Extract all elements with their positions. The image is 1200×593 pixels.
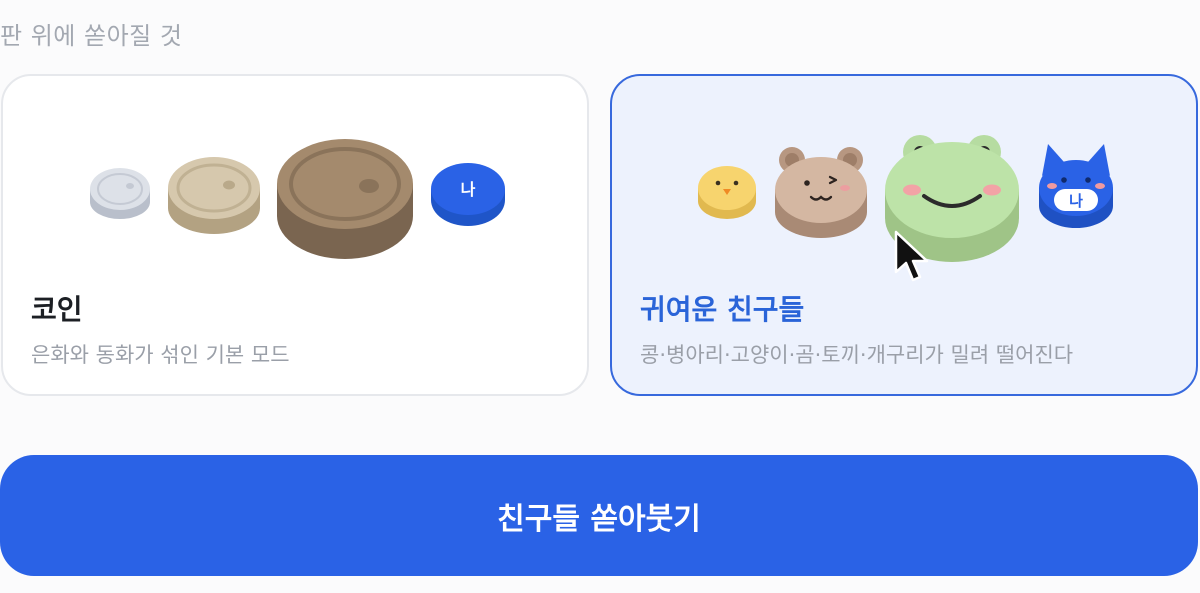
silver-coin-icon xyxy=(90,168,150,219)
page: 판 위에 쏟아질 것 나 코인 은화와 동화가 섞인 기본 모드 나 귀여운 친… xyxy=(0,0,1200,593)
me-chip-label: 나 xyxy=(461,180,476,199)
large-bronze-coin-icon xyxy=(277,139,413,259)
pour-friends-button[interactable]: 친구들 쏟아붓기 xyxy=(0,455,1198,576)
chick-icon xyxy=(698,166,756,219)
option-card-coin[interactable]: 나 코인 은화와 동화가 섞인 기본 모드 xyxy=(1,74,589,396)
option-description-friends: 콩·병아리·고양이·곰·토끼·개구리가 밀려 떨어진다 xyxy=(640,343,1074,367)
option-description-coin: 은화와 동화가 섞인 기본 모드 xyxy=(31,343,290,367)
coin-illustration: 나 xyxy=(90,139,505,259)
cat-me-label: 나 xyxy=(1069,192,1083,210)
mouse-cursor-icon xyxy=(894,230,929,282)
blue-cat-icon: 나 xyxy=(1039,144,1113,228)
me-chip-icon: 나 xyxy=(431,163,505,226)
section-label: 판 위에 쏟아질 것 xyxy=(0,22,183,50)
bear-icon xyxy=(775,147,867,238)
option-title-coin: 코인 xyxy=(31,293,83,326)
bronze-coin-icon xyxy=(168,157,260,234)
option-title-friends: 귀여운 친구들 xyxy=(640,293,805,326)
